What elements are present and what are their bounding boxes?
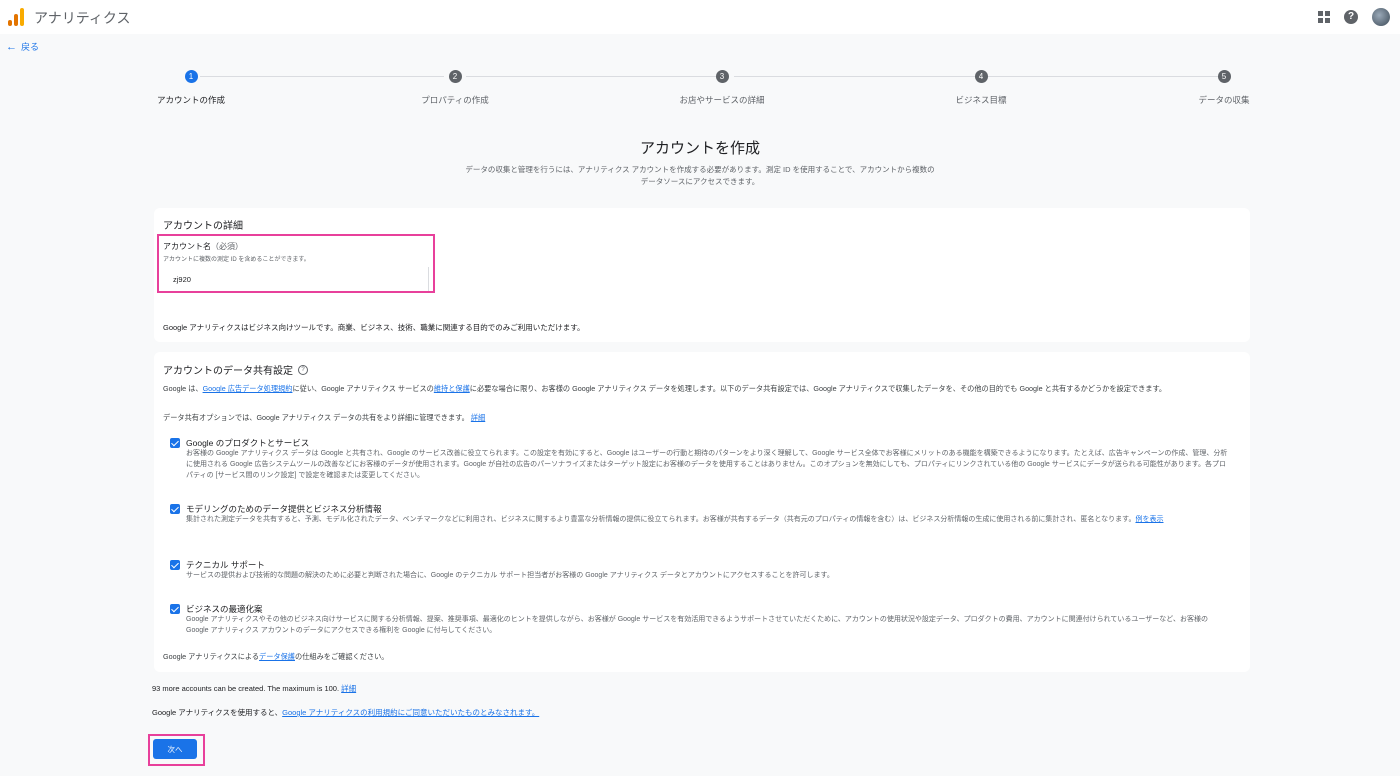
app-title: アナリティクス bbox=[34, 10, 131, 26]
step-label: ビジネス目標 bbox=[955, 95, 1007, 105]
next-button[interactable]: 次へ bbox=[153, 739, 197, 759]
analytics-logo-icon[interactable] bbox=[8, 6, 24, 26]
step-number: 4 bbox=[974, 70, 988, 83]
option-description: サービスの提供および技術的な問題の解決のために必要と判断された場合に、Googl… bbox=[186, 572, 834, 579]
ads-data-terms-link[interactable]: Google 広告データ処理規約 bbox=[203, 384, 293, 393]
step-label: データの収集 bbox=[1198, 95, 1250, 105]
arrow-left-icon: ← bbox=[6, 40, 17, 53]
business-use-note: Google アナリティクスはビジネス向けツールです。商業、ビジネス、技術、職業… bbox=[163, 323, 585, 332]
account-details-title: アカウントの詳細 bbox=[163, 221, 243, 232]
page-description: データの収集と管理を行うには、アナリティクス アカウントを作成する必要があります… bbox=[465, 165, 935, 186]
page-title: アカウントを作成 bbox=[639, 140, 760, 157]
terms-text: Google アナリティクスを使用すると、Google アナリティクスの利用規約… bbox=[152, 708, 540, 717]
step-label: アカウントの作成 bbox=[156, 95, 225, 105]
avatar[interactable] bbox=[1372, 8, 1390, 26]
data-sharing-intro: Google は、Google 広告データ処理規約に従い、Google アナリテ… bbox=[163, 384, 1167, 393]
show-example-link[interactable]: 例を表示 bbox=[1135, 516, 1163, 523]
step-number: 1 bbox=[184, 70, 198, 83]
step-label: お店やサービスの詳細 bbox=[679, 95, 765, 105]
data-sharing-card: アカウントのデータ共有設定 ? Google は、Google 広告データ処理規… bbox=[154, 352, 1250, 672]
account-name-hint: アカウントに複数の測定 ID を含めることができます。 bbox=[163, 257, 310, 263]
account-name-label: アカウント名（必須） bbox=[163, 242, 243, 251]
data-protection-link[interactable]: データ保護 bbox=[259, 652, 295, 661]
top-bar: アナリティクス ? bbox=[0, 0, 1400, 34]
step-business-objectives: 4 ビジネス目標 bbox=[921, 70, 1041, 106]
checkbox-recommendations[interactable] bbox=[170, 604, 180, 614]
checkbox-modeling-insights[interactable] bbox=[170, 504, 180, 514]
progress-stepper: 1 アカウントの作成 2 プロパティの作成 3 お店やサービスの詳細 4 ビジネ… bbox=[154, 70, 1250, 110]
checkbox-google-products[interactable] bbox=[170, 438, 180, 448]
sharing-learn-more-link[interactable]: 詳細 bbox=[471, 413, 485, 422]
back-label: 戻る bbox=[21, 42, 40, 52]
account-name-input[interactable] bbox=[163, 267, 429, 291]
terms-link[interactable]: Google アナリティクスの利用規約にご同意いただいたものとみなされます。 bbox=[282, 708, 539, 717]
maintain-protect-link[interactable]: 維持と保護 bbox=[434, 384, 470, 393]
data-protection-note: Google アナリティクスによるデータ保護の仕組みをご確認ください。 bbox=[163, 652, 389, 661]
sharing-options-text: データ共有オプションでは、Google アナリティクス データの共有をより詳細に… bbox=[163, 413, 486, 422]
step-data-collection: 5 データの収集 bbox=[1164, 70, 1284, 106]
back-link[interactable]: ← 戻る bbox=[6, 40, 39, 53]
step-number: 5 bbox=[1217, 70, 1231, 83]
help-icon[interactable]: ? bbox=[1344, 10, 1358, 24]
accounts-remaining-text: 93 more accounts can be created. The max… bbox=[152, 684, 357, 693]
option-description: 集計された測定データを共有すると、予測、モデル化されたデータ、ベンチマークなどに… bbox=[186, 516, 1164, 523]
step-account: 1 アカウントの作成 bbox=[131, 70, 251, 106]
help-circle-icon[interactable]: ? bbox=[298, 364, 308, 375]
step-business-details: 3 お店やサービスの詳細 bbox=[662, 70, 782, 106]
apps-grid-icon[interactable] bbox=[1318, 11, 1330, 23]
step-number: 3 bbox=[715, 70, 729, 83]
data-sharing-title: アカウントのデータ共有設定 ? bbox=[163, 362, 308, 377]
option-description: Google アナリティクスやその他のビジネス向けサービスに関する分析情報、提案… bbox=[186, 616, 1208, 634]
option-description: お客様の Google アナリティクス データは Google と共有され、Go… bbox=[186, 450, 1228, 479]
checkbox-technical-support[interactable] bbox=[170, 560, 180, 570]
step-label: プロパティの作成 bbox=[421, 95, 489, 105]
step-number: 2 bbox=[448, 70, 462, 83]
step-property: 2 プロパティの作成 bbox=[395, 70, 515, 106]
accounts-learn-more-link[interactable]: 詳細 bbox=[341, 684, 356, 693]
required-marker: （必須） bbox=[211, 242, 243, 251]
